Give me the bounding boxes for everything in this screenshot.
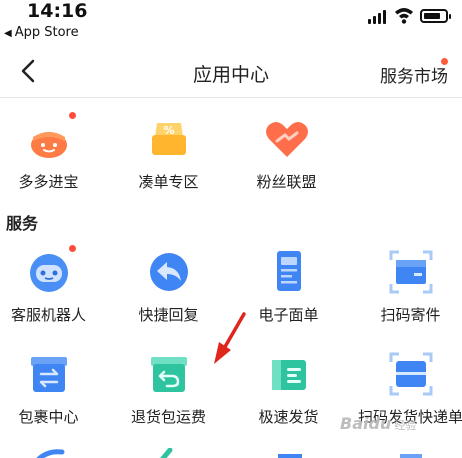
notification-dot xyxy=(68,112,76,119)
service-label: 电子面单 xyxy=(258,306,319,324)
partial-row-icon xyxy=(160,448,173,458)
status-time: 14:16 xyxy=(27,0,88,22)
watermark-sub: 经验 xyxy=(394,419,417,432)
app-fans-alliance[interactable]: 粉丝联盟 xyxy=(229,115,344,192)
wifi-icon xyxy=(395,8,413,24)
fast-ship-icon xyxy=(265,350,313,398)
app-label: 多多进宝 xyxy=(18,173,79,191)
watermark: Baidu 经验 xyxy=(340,414,416,433)
coupon-box-icon: % xyxy=(145,115,193,163)
service-label: 极速发货 xyxy=(258,408,319,426)
robot-icon xyxy=(25,245,76,296)
service-label: 扫码寄件 xyxy=(380,306,441,324)
service-label: 退货包运费 xyxy=(130,408,206,426)
service-scan-send[interactable]: 扫码寄件 xyxy=(353,248,462,325)
scan-send-icon xyxy=(387,248,435,296)
status-bar: 14:16 ◀ App Store xyxy=(0,0,462,46)
svg-text:%: % xyxy=(163,124,174,137)
return-shipping-icon xyxy=(145,350,193,398)
heart-fans-icon xyxy=(263,115,311,163)
scan-ship-icon xyxy=(387,350,435,398)
section-title-services: 服务 xyxy=(6,214,39,233)
app-coudan-zone[interactable]: % 凑单专区 xyxy=(111,115,226,192)
partial-row-icon xyxy=(36,449,65,458)
service-quick-reply[interactable]: 快捷回复 xyxy=(111,248,226,325)
service-label: 快捷回复 xyxy=(138,306,199,324)
service-label: 客服机器人 xyxy=(10,306,86,324)
watermark-brand: Baidu xyxy=(340,414,392,433)
nav-bar: 应用中心 服务市场 xyxy=(0,46,462,98)
service-e-waybill[interactable]: 电子面单 xyxy=(231,248,346,325)
app-label: 凑单专区 xyxy=(138,173,199,191)
partial-row-icon xyxy=(400,454,422,458)
service-return-shipping[interactable]: 退货包运费 xyxy=(111,350,226,427)
app-duoduo-jinbao[interactable]: 多多进宝 xyxy=(0,112,106,192)
partial-row-icon xyxy=(278,454,302,458)
back-triangle-icon: ◀ xyxy=(4,28,12,39)
service-package-center[interactable]: 包裹中心 xyxy=(0,350,106,427)
service-label: 包裹中心 xyxy=(18,408,79,426)
battery-icon xyxy=(420,9,451,23)
app-label: 粉丝联盟 xyxy=(256,173,317,191)
treasure-pot-icon xyxy=(25,112,76,163)
service-customer-robot[interactable]: 客服机器人 xyxy=(0,245,106,325)
e-waybill-icon xyxy=(265,248,313,296)
service-market-link[interactable]: 服务市场 xyxy=(380,62,448,87)
back-app-label: App Store xyxy=(14,25,79,40)
back-to-app-link[interactable]: ◀ App Store xyxy=(4,25,79,40)
signal-icon xyxy=(368,10,386,24)
service-fast-ship[interactable]: 极速发货 xyxy=(231,350,346,427)
quick-reply-icon xyxy=(145,248,193,296)
package-center-icon xyxy=(25,350,73,398)
service-market-badge xyxy=(441,58,448,65)
notification-dot xyxy=(68,245,76,252)
